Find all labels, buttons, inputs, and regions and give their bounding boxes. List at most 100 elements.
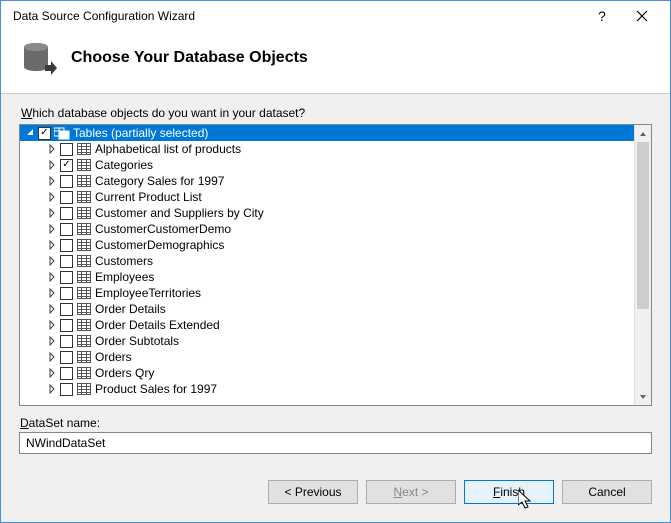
close-icon [636, 10, 648, 22]
vertical-scrollbar[interactable] [634, 125, 651, 405]
checkbox[interactable] [60, 383, 73, 396]
cancel-button-label: Cancel [588, 485, 625, 499]
tree-item[interactable]: Categories [20, 157, 634, 173]
scroll-down-button[interactable] [635, 388, 651, 405]
table-grid-icon [76, 206, 92, 220]
tree-item-label: EmployeeTerritories [95, 286, 201, 300]
previous-button[interactable]: < Previous [268, 480, 358, 504]
tree-item[interactable]: Order Details [20, 301, 634, 317]
tree-item[interactable]: Category Sales for 1997 [20, 173, 634, 189]
tree-item[interactable]: Customer and Suppliers by City [20, 205, 634, 221]
tree-item-label: Product Sales for 1997 [95, 382, 217, 396]
tree-item-label: Order Subtotals [95, 334, 179, 348]
tree-item-label: CustomerCustomerDemo [95, 222, 231, 236]
checkbox[interactable] [60, 367, 73, 380]
checkbox[interactable] [60, 319, 73, 332]
tree-item-label: Categories [95, 158, 153, 172]
table-grid-icon [76, 238, 92, 252]
checkbox[interactable] [60, 207, 73, 220]
expander-closed-icon[interactable] [46, 223, 58, 235]
expander-closed-icon[interactable] [46, 319, 58, 331]
checkbox[interactable] [60, 335, 73, 348]
next-button: Next > [366, 480, 456, 504]
close-button[interactable] [622, 2, 662, 30]
expander-closed-icon[interactable] [46, 159, 58, 171]
tree-item[interactable]: Orders Qry [20, 365, 634, 381]
checkbox[interactable] [38, 127, 51, 140]
dataset-name-label: DataSet name: [19, 416, 652, 430]
expander-closed-icon[interactable] [46, 303, 58, 315]
tree-root-tables[interactable]: Tables (partially selected) [20, 125, 634, 141]
checkbox[interactable] [60, 239, 73, 252]
scroll-up-button[interactable] [635, 125, 651, 142]
tree-item[interactable]: Order Details Extended [20, 317, 634, 333]
tree-item-label: Order Details [95, 302, 166, 316]
scroll-track[interactable] [635, 142, 651, 388]
tree-item-label: Orders [95, 350, 132, 364]
tree-item-label: Current Product List [95, 190, 202, 204]
checkbox[interactable] [60, 255, 73, 268]
checkbox[interactable] [60, 175, 73, 188]
tree-item[interactable]: CustomerDemographics [20, 237, 634, 253]
expander-closed-icon[interactable] [46, 383, 58, 395]
expander-closed-icon[interactable] [46, 175, 58, 187]
expander-closed-icon[interactable] [46, 239, 58, 251]
prompt-label: Which database objects do you want in yo… [19, 106, 652, 120]
table-grid-icon [76, 382, 92, 396]
tree-item[interactable]: Order Subtotals [20, 333, 634, 349]
checkbox[interactable] [60, 191, 73, 204]
tree-item[interactable]: Customers [20, 253, 634, 269]
help-button[interactable]: ? [582, 2, 622, 30]
objects-tree[interactable]: Tables (partially selected)Alphabetical … [19, 124, 652, 406]
tree-item-label: Employees [95, 270, 154, 284]
checkbox[interactable] [60, 351, 73, 364]
expander-closed-icon[interactable] [46, 335, 58, 347]
checkbox[interactable] [60, 223, 73, 236]
tree-item-label: Order Details Extended [95, 318, 220, 332]
checkbox[interactable] [60, 143, 73, 156]
table-grid-icon [76, 366, 92, 380]
table-grid-icon [76, 286, 92, 300]
expander-closed-icon[interactable] [46, 255, 58, 267]
tree-item-label: Orders Qry [95, 366, 154, 380]
expander-closed-icon[interactable] [46, 207, 58, 219]
tree-item-label: Alphabetical list of products [95, 142, 241, 156]
tree-item[interactable]: Product Sales for 1997 [20, 381, 634, 397]
tables-icon [54, 126, 70, 140]
expander-closed-icon[interactable] [46, 271, 58, 283]
tree-item[interactable]: Alphabetical list of products [20, 141, 634, 157]
checkbox[interactable] [60, 303, 73, 316]
tree-item[interactable]: EmployeeTerritories [20, 285, 634, 301]
tree-item[interactable]: Orders [20, 349, 634, 365]
table-grid-icon [76, 270, 92, 284]
dataset-name-input[interactable] [19, 432, 652, 454]
content-area: Which database objects do you want in yo… [1, 94, 670, 462]
tree-item[interactable]: CustomerCustomerDemo [20, 221, 634, 237]
next-button-label: Next > [393, 485, 428, 499]
expander-closed-icon[interactable] [46, 287, 58, 299]
checkbox[interactable] [60, 287, 73, 300]
tree-item[interactable]: Employees [20, 269, 634, 285]
table-grid-icon [76, 190, 92, 204]
expander-closed-icon[interactable] [46, 191, 58, 203]
tree-item-label: Customer and Suppliers by City [95, 206, 264, 220]
tree-item[interactable]: Current Product List [20, 189, 634, 205]
tree-item-label: Customers [95, 254, 153, 268]
checkbox[interactable] [60, 271, 73, 284]
window-title: Data Source Configuration Wizard [13, 9, 582, 23]
table-grid-icon [76, 222, 92, 236]
expander-closed-icon[interactable] [46, 143, 58, 155]
checkbox[interactable] [60, 159, 73, 172]
expander-open-icon[interactable] [24, 127, 36, 139]
wizard-window: Data Source Configuration Wizard ? Choos… [0, 0, 671, 523]
scroll-thumb[interactable] [637, 142, 649, 309]
tree-item-label: Category Sales for 1997 [95, 174, 224, 188]
expander-closed-icon[interactable] [46, 367, 58, 379]
finish-button[interactable]: Finish [464, 480, 554, 504]
finish-button-label: Finish [493, 485, 525, 499]
table-grid-icon [76, 158, 92, 172]
expander-closed-icon[interactable] [46, 351, 58, 363]
titlebar: Data Source Configuration Wizard ? [1, 1, 670, 31]
cancel-button[interactable]: Cancel [562, 480, 652, 504]
previous-button-label: < Previous [284, 485, 341, 499]
